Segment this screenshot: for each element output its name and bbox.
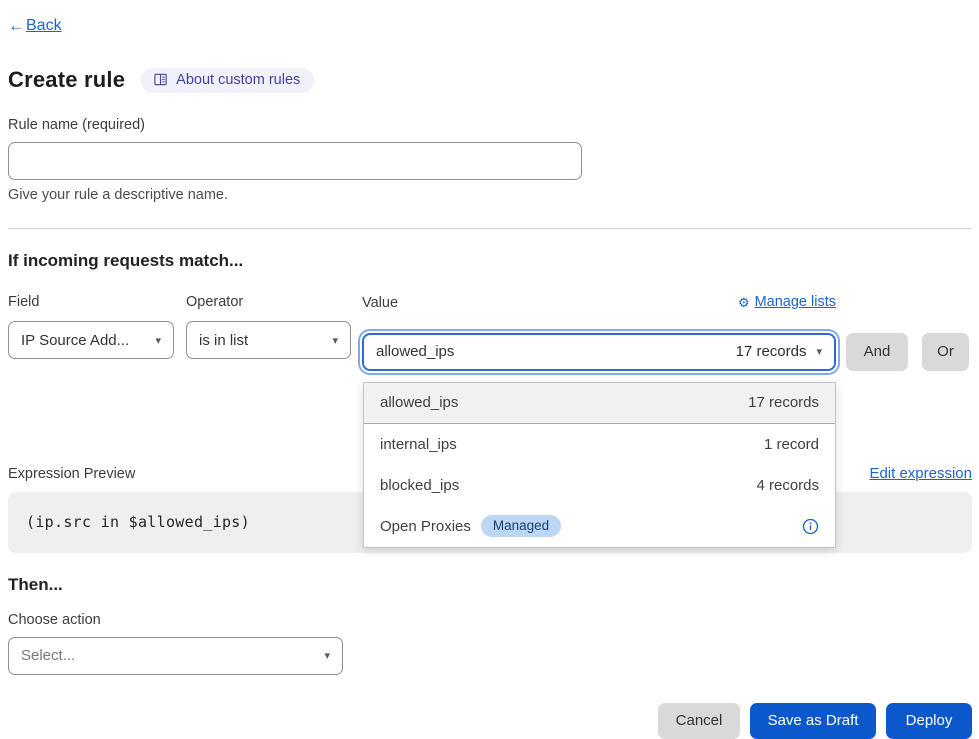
back-label: Back xyxy=(26,17,62,35)
rule-name-block: Rule name (required) Give your rule a de… xyxy=(8,117,972,203)
create-rule-page: ← Back Create rule About custom rules Ru… xyxy=(0,0,979,739)
cancel-button[interactable]: Cancel xyxy=(658,703,740,739)
operator-select[interactable]: is in list ▾ xyxy=(186,321,351,359)
about-custom-rules-link[interactable]: About custom rules xyxy=(141,68,314,93)
value-select[interactable]: allowed_ips 17 records ▾ xyxy=(362,333,836,371)
list-option-name: internal_ips xyxy=(380,436,457,453)
list-option-name: allowed_ips xyxy=(380,394,458,411)
list-option-open-proxies[interactable]: Open Proxies Managed xyxy=(364,506,835,547)
list-option-records: 17 records xyxy=(748,394,819,411)
and-button[interactable]: And xyxy=(846,333,908,371)
action-select-placeholder: Select... xyxy=(21,647,75,664)
field-label: Field xyxy=(8,294,174,310)
footer-actions: Cancel Save as Draft Deploy xyxy=(8,703,972,739)
value-select-records-count: 17 records xyxy=(736,343,807,360)
edit-expression-link[interactable]: Edit expression xyxy=(869,465,972,482)
chevron-down-icon: ▾ xyxy=(145,334,161,347)
book-icon xyxy=(153,72,168,87)
value-column: Value ⚙ Manage lists allowed_ips 17 reco… xyxy=(362,294,836,371)
operator-column: Operator is in list ▾ xyxy=(186,294,351,371)
list-option-name: blocked_ips xyxy=(380,477,459,494)
or-button[interactable]: Or xyxy=(922,333,969,371)
value-select-selected: allowed_ips xyxy=(376,343,454,360)
match-section-heading: If incoming requests match... xyxy=(8,251,972,271)
action-select[interactable]: Select... ▾ xyxy=(8,637,343,675)
chevron-down-icon: ▾ xyxy=(322,334,338,347)
then-section-heading: Then... xyxy=(8,575,972,595)
list-option-internal-ips[interactable]: internal_ips 1 record xyxy=(364,424,835,465)
field-column: Field IP Source Add... ▾ xyxy=(8,294,174,371)
edit-expression-label: Edit expression xyxy=(869,465,972,482)
about-custom-rules-label: About custom rules xyxy=(176,72,300,88)
list-option-records: 4 records xyxy=(756,477,819,494)
chevron-down-icon: ▾ xyxy=(314,649,330,662)
section-divider xyxy=(8,228,972,229)
back-link[interactable]: ← Back xyxy=(8,16,62,36)
gear-icon: ⚙ xyxy=(738,296,750,309)
list-option-records: 1 record xyxy=(764,436,819,453)
info-icon[interactable] xyxy=(802,518,819,535)
choose-action-label: Choose action xyxy=(8,612,972,628)
title-row: Create rule About custom rules xyxy=(8,67,972,93)
value-label: Value xyxy=(362,295,398,311)
manage-lists-label: Manage lists xyxy=(755,294,836,310)
list-option-name: Open Proxies xyxy=(380,518,471,535)
expression-code: (ip.src in $allowed_ips) xyxy=(26,513,250,531)
back-arrow-icon: ← xyxy=(8,16,25,36)
value-header: Value ⚙ Manage lists xyxy=(362,294,836,322)
list-option-blocked-ips[interactable]: blocked_ips 4 records xyxy=(364,465,835,506)
chevron-down-icon: ▾ xyxy=(806,345,822,358)
operator-label: Operator xyxy=(186,294,351,310)
managed-badge: Managed xyxy=(481,515,561,537)
save-as-draft-button[interactable]: Save as Draft xyxy=(750,703,876,739)
rule-name-label: Rule name (required) xyxy=(8,117,972,133)
manage-lists-link[interactable]: ⚙ Manage lists xyxy=(738,294,836,310)
and-or-buttons: And Or xyxy=(846,333,969,371)
operator-select-value: is in list xyxy=(199,332,248,349)
rule-name-helper: Give your rule a descriptive name. xyxy=(8,187,972,203)
page-title: Create rule xyxy=(8,67,125,93)
field-select-value: IP Source Add... xyxy=(21,332,129,349)
field-select[interactable]: IP Source Add... ▾ xyxy=(8,321,174,359)
deploy-button[interactable]: Deploy xyxy=(886,703,972,739)
rule-name-input[interactable] xyxy=(8,142,582,180)
match-controls-row: Field IP Source Add... ▾ Operator is in … xyxy=(8,294,972,371)
expression-preview-label: Expression Preview xyxy=(8,466,135,482)
list-option-allowed-ips[interactable]: allowed_ips 17 records xyxy=(364,383,835,424)
list-dropdown-menu: allowed_ips 17 records internal_ips 1 re… xyxy=(363,382,836,548)
